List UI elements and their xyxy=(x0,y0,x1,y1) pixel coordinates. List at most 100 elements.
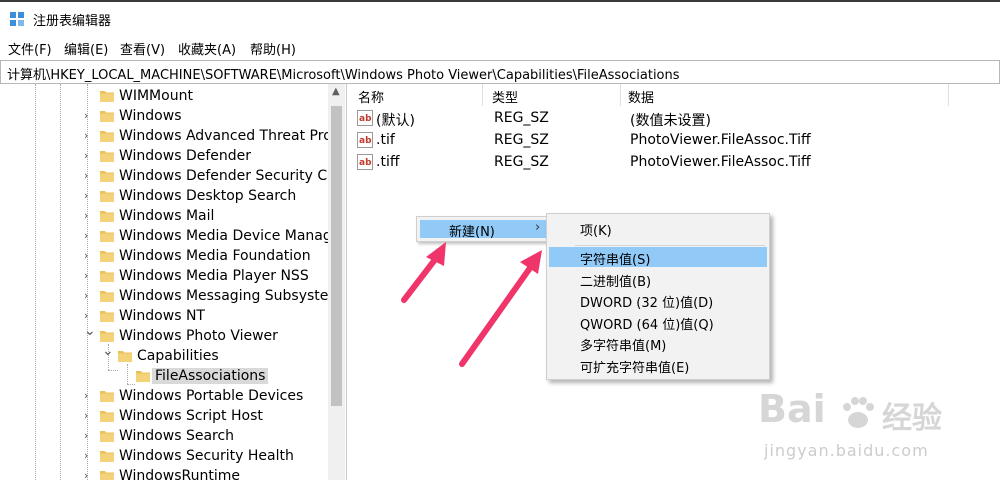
tree-item[interactable]: › Windows Desktop Search xyxy=(0,186,330,206)
collapsed-chevron-icon[interactable]: › xyxy=(84,169,94,182)
collapsed-chevron-icon[interactable]: › xyxy=(84,109,94,122)
tree-item[interactable]: › Windows Portable Devices xyxy=(0,386,330,406)
tree-item[interactable]: FileAssociations xyxy=(0,366,330,386)
collapsed-chevron-icon[interactable]: › xyxy=(84,309,94,322)
column-data[interactable]: 数据 xyxy=(628,87,654,106)
folder-icon xyxy=(100,329,114,342)
submenu-item[interactable]: 多字符串值(M) xyxy=(549,333,767,354)
folder-icon xyxy=(100,109,114,122)
tree-item[interactable]: WIMMount xyxy=(0,86,330,106)
expanded-chevron-icon[interactable]: ⌄ xyxy=(84,323,96,339)
folder-icon xyxy=(100,309,114,322)
tree-item-label: Windows Security Health xyxy=(119,448,294,464)
tree-item[interactable]: › Windows Media Device Manage xyxy=(0,226,340,246)
folder-icon xyxy=(100,269,114,282)
folder-icon xyxy=(100,169,114,182)
submenu-arrow-icon: › xyxy=(535,220,541,235)
submenu-item[interactable]: 项(K) xyxy=(549,218,767,239)
value-row[interactable]: ab (默认) REG_SZ (数值未设置) xyxy=(348,107,948,129)
folder-icon xyxy=(100,189,114,202)
collapsed-chevron-icon[interactable]: › xyxy=(84,289,94,302)
collapsed-chevron-icon[interactable]: › xyxy=(84,129,94,142)
value-name: .tiff xyxy=(376,154,400,170)
scroll-up-icon[interactable]: ▲ xyxy=(332,86,340,97)
menu-separator xyxy=(575,245,765,246)
tree-item-label: FileAssociations xyxy=(152,368,269,384)
submenu-item[interactable]: DWORD (32 位)值(D) xyxy=(549,290,767,311)
tree-item-label: Windows Media Player NSS xyxy=(119,268,309,284)
tree-item[interactable]: › Windows Defender Security Cer xyxy=(0,166,342,186)
tree-item[interactable]: › Windows Media Foundation xyxy=(0,246,330,266)
folder-icon xyxy=(100,429,114,442)
collapsed-chevron-icon[interactable]: › xyxy=(84,149,94,162)
folder-icon xyxy=(100,469,114,480)
new-menu-item[interactable]: 新建(N) › xyxy=(420,220,547,240)
tree-item[interactable]: › Windows NT xyxy=(0,306,330,326)
menu-view[interactable]: 查看(V) xyxy=(120,39,165,58)
collapsed-chevron-icon[interactable]: › xyxy=(84,249,94,262)
column-name[interactable]: 名称 xyxy=(358,87,384,106)
folder-icon xyxy=(118,349,132,362)
expanded-chevron-icon[interactable]: ⌄ xyxy=(102,343,114,359)
svg-text:ab: ab xyxy=(359,114,372,124)
collapsed-chevron-icon[interactable]: › xyxy=(84,469,94,480)
collapsed-chevron-icon[interactable]: › xyxy=(84,189,94,202)
submenu-item-label: DWORD (32 位)值(D) xyxy=(580,296,714,311)
menu-help[interactable]: 帮助(H) xyxy=(250,39,296,58)
new-submenu: 项(K) 字符串值(S) 二进制值(B) DWORD (32 位)值(D) QWORD … xyxy=(546,213,770,380)
submenu-item-label: 多字符串值(M) xyxy=(580,339,667,354)
collapsed-chevron-icon[interactable]: › xyxy=(84,269,94,282)
collapsed-chevron-icon[interactable]: › xyxy=(84,209,94,222)
menu-edit[interactable]: 编辑(E) xyxy=(64,39,108,58)
tree-item[interactable]: › Windows Defender xyxy=(0,146,330,166)
folder-icon xyxy=(100,129,114,142)
tree-item-label: Windows Mail xyxy=(119,208,215,224)
menu-file[interactable]: 文件(F) xyxy=(8,39,52,58)
submenu-item-label: QWORD (64 位)值(Q) xyxy=(580,318,714,333)
submenu-item-label: 可扩充字符串值(E) xyxy=(580,361,690,376)
tree-item[interactable]: › Windows xyxy=(0,106,330,126)
collapsed-chevron-icon[interactable]: › xyxy=(84,389,94,402)
tree-item[interactable]: › Windows Messaging Subsystem xyxy=(0,286,342,306)
tree-item[interactable]: › Windows Security Health xyxy=(0,446,330,466)
value-type: REG_SZ xyxy=(494,132,549,148)
tree-item-label: Windows Messaging Subsystem xyxy=(119,288,343,304)
collapsed-chevron-icon[interactable]: › xyxy=(84,449,94,462)
address-path: 计算机\HKEY_LOCAL_MACHINE\SOFTWARE\Microsof… xyxy=(7,68,680,83)
collapsed-chevron-icon[interactable]: › xyxy=(84,429,94,442)
title-bar: 注册表编辑器 xyxy=(0,0,1000,36)
submenu-item[interactable]: 字符串值(S) xyxy=(549,247,767,268)
value-row[interactable]: ab .tif REG_SZ PhotoViewer.FileAssoc.Tiff xyxy=(348,129,948,151)
tree-item[interactable]: ⌄ Windows Photo Viewer xyxy=(0,323,330,346)
folder-icon xyxy=(100,209,114,222)
tree-item-label: Windows Portable Devices xyxy=(119,388,304,404)
submenu-item[interactable]: 可扩充字符串值(E) xyxy=(549,355,767,376)
tree-item[interactable]: › WindowsRuntime xyxy=(0,466,330,480)
tree-item[interactable]: › Windows Mail xyxy=(0,206,330,226)
tree-item[interactable]: › Windows Script Host xyxy=(0,406,330,426)
tree-scrollbar[interactable]: ▲ xyxy=(328,84,345,480)
tree-item-label: Windows Photo Viewer xyxy=(119,328,278,344)
tree-item-label: Windows Media Device Manage xyxy=(119,228,341,244)
folder-icon xyxy=(136,369,150,382)
tree-item[interactable]: ⌄ Capabilities xyxy=(0,343,330,366)
submenu-item-label: 二进制值(B) xyxy=(580,275,652,290)
tree-item[interactable]: › Windows Advanced Threat Prot xyxy=(0,126,337,146)
scrollbar-thumb[interactable] xyxy=(331,106,342,406)
collapsed-chevron-icon[interactable]: › xyxy=(84,229,94,242)
menu-favorites[interactable]: 收藏夹(A) xyxy=(178,39,236,58)
address-bar[interactable]: 计算机\HKEY_LOCAL_MACHINE\SOFTWARE\Microsof… xyxy=(0,60,1000,84)
tree-item[interactable]: › Windows Media Player NSS xyxy=(0,266,330,286)
submenu-item[interactable]: 二进制值(B) xyxy=(549,269,767,290)
tree-item[interactable]: › Windows Search xyxy=(0,426,330,446)
tree-item-label: WindowsRuntime xyxy=(119,468,240,480)
submenu-item-label: 字符串值(S) xyxy=(580,253,651,268)
tree-item-label: Windows Defender xyxy=(119,148,252,164)
submenu-item[interactable]: QWORD (64 位)值(Q) xyxy=(549,312,767,333)
collapsed-chevron-icon[interactable]: › xyxy=(84,409,94,422)
baidu-watermark: Bai 经验 jingyan.baidu.com xyxy=(758,385,998,480)
folder-icon xyxy=(100,449,114,462)
value-row[interactable]: ab .tiff REG_SZ PhotoViewer.FileAssoc.Tiff xyxy=(348,151,948,173)
column-type[interactable]: 类型 xyxy=(492,87,518,106)
watermark-brand: Bai xyxy=(758,387,826,431)
